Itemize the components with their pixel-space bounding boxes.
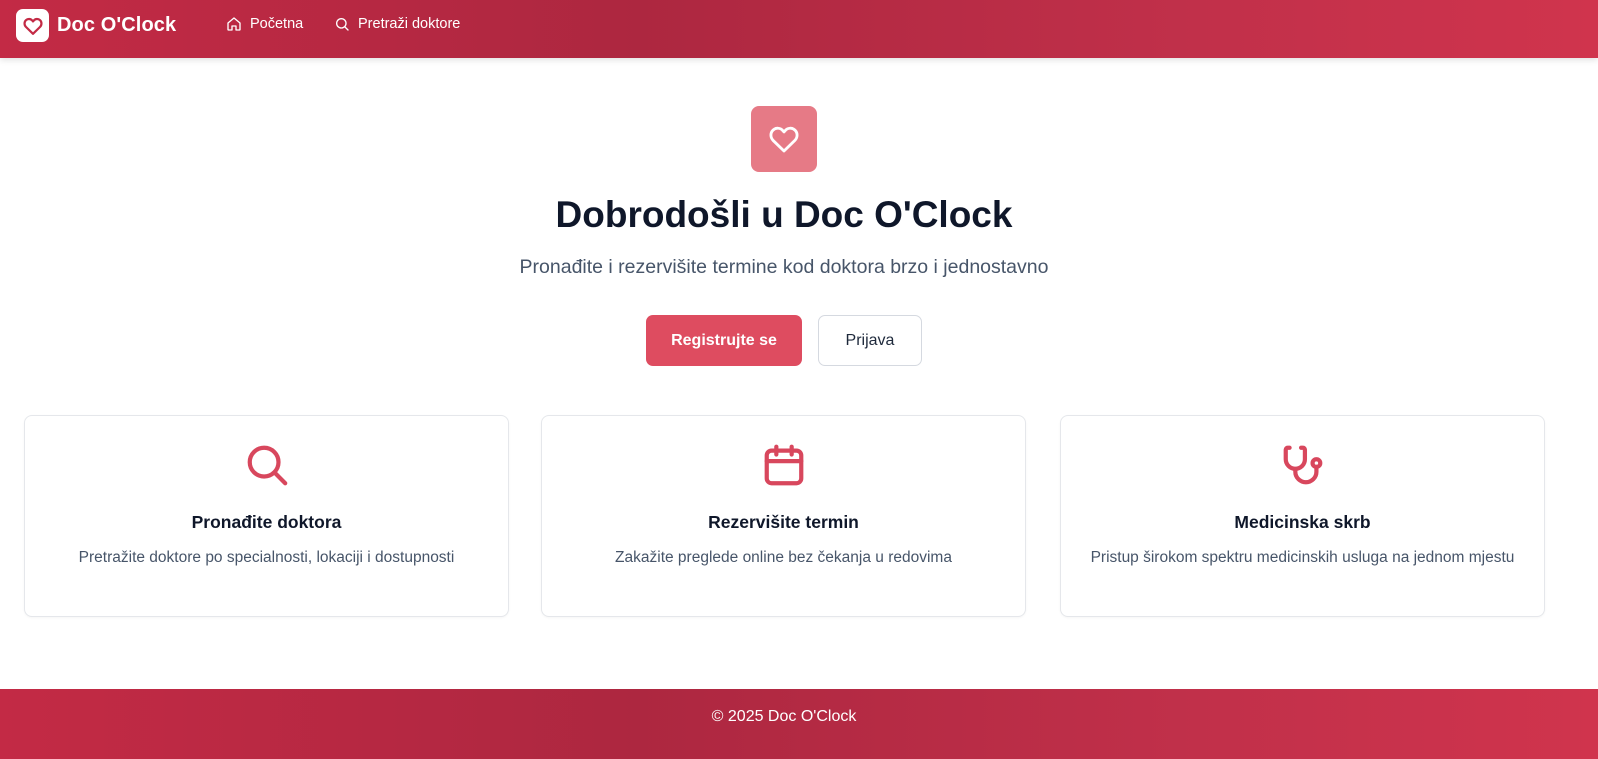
search-icon: [336, 18, 349, 31]
feature-description: Pristup širokom spektru medicinskih uslu…: [1090, 549, 1515, 566]
nav-home-label: Početna: [250, 16, 304, 32]
search-icon: [247, 445, 287, 486]
page-title: Dobrodošli u Doc O'Clock: [555, 194, 1013, 235]
stethoscope-icon: [1283, 445, 1322, 485]
brand[interactable]: Doc O'Clock: [16, 9, 176, 42]
login-button[interactable]: Prijava: [818, 315, 922, 366]
feature-description: Pretražite doktore po specialnosti, loka…: [78, 549, 455, 566]
feature-card-find-doctor: Pronađite doktora Pretražite doktore po …: [24, 415, 509, 617]
page-subtitle: Pronađite i rezervišite termine kod dokt…: [519, 256, 1049, 278]
feature-title: Pronađite doktora: [191, 512, 342, 532]
nav-home-link[interactable]: Početna: [226, 16, 303, 32]
calendar-icon: [764, 444, 803, 486]
footer: © 2025 Doc O'Clock: [0, 689, 1598, 759]
heart-icon: [16, 9, 49, 42]
heart-icon: [751, 106, 817, 172]
feature-card-medical-care: Medicinska skrb Pristup širokom spektru …: [1060, 415, 1545, 617]
nav-search-label: Pretraži doktore: [358, 16, 461, 32]
brand-name: Doc O'Clock: [57, 14, 177, 36]
feature-description: Zakažite preglede online bez čekanja u r…: [615, 549, 952, 566]
register-button[interactable]: Registrujte se: [646, 315, 802, 366]
feature-title: Medicinska skrb: [1234, 512, 1371, 532]
feature-card-book-appointment: Rezervišite termin Zakažite preglede onl…: [541, 415, 1026, 617]
home-icon: [227, 17, 241, 31]
copyright-text: © 2025 Doc O'Clock: [711, 708, 857, 725]
feature-title: Rezervišite termin: [708, 512, 859, 532]
nav-search-link[interactable]: Pretraži doktore: [334, 16, 460, 32]
top-navbar: Doc O'Clock Početna Pretraži doktore: [0, 0, 1598, 58]
